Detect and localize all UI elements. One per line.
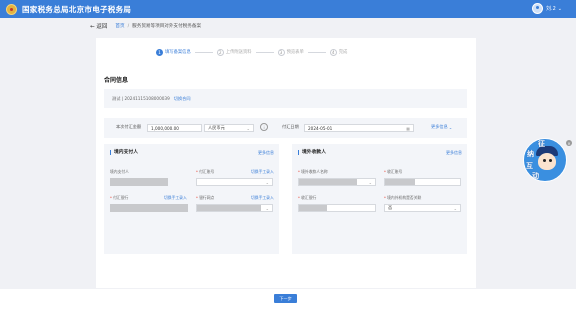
payer-value bbox=[110, 178, 168, 186]
payee-name-value bbox=[299, 179, 357, 185]
user-menu[interactable]: 刘.2 ⌄ bbox=[532, 3, 562, 14]
step-3: 3 预览表单 bbox=[277, 48, 304, 56]
related-select[interactable]: 否 ⌄ bbox=[384, 204, 461, 212]
footer-bar: 下一步 bbox=[0, 289, 576, 310]
foreign-payee-panel: 境外收款人 更多信息 * 境外收款人名称 ⌄ * 收汇账号 * 收汇银行 * 境… bbox=[292, 144, 467, 254]
breadcrumb-current: 服务贸易等项目对外支付税务备案 bbox=[132, 24, 202, 29]
outlet-value bbox=[197, 205, 261, 211]
close-icon[interactable]: × bbox=[566, 140, 572, 146]
bank-manual-link[interactable]: 切换手工录入 bbox=[164, 195, 187, 201]
receive-account-input[interactable] bbox=[384, 178, 461, 186]
top-bar: 国家税务总局北京市电子税务局 刘.2 ⌄ bbox=[0, 0, 576, 18]
amount-more-link[interactable]: 更多信息 ⌄ bbox=[431, 124, 452, 130]
outlet-select[interactable]: ⌄ bbox=[196, 204, 273, 212]
chevron-down-icon: ⌄ bbox=[453, 205, 457, 211]
step-connector bbox=[194, 51, 213, 53]
currency-select[interactable]: 人民币元 ⌄ bbox=[204, 124, 254, 132]
bank-value bbox=[110, 204, 188, 212]
chevron-down-icon: ⌄ bbox=[246, 125, 250, 131]
mascot-char: 纳 bbox=[527, 150, 534, 158]
date-label: 付汇日期 bbox=[282, 124, 299, 129]
chevron-down-icon: ⌄ bbox=[265, 205, 269, 211]
foreign-more-link[interactable]: 更多信息 bbox=[446, 150, 462, 156]
chevron-down-icon: ⌄ bbox=[265, 179, 269, 185]
foreign-panel-title: 境外收款人 bbox=[298, 150, 326, 155]
related-label: * 境内外机构是否关联 bbox=[384, 195, 422, 200]
contract-info: 测试 | 20241115108000039 切换合同 bbox=[104, 89, 467, 108]
chevron-down-icon: ⌄ bbox=[557, 5, 562, 12]
calendar-icon: ▦ bbox=[406, 125, 410, 131]
step-indicator: 1 填写备案信息 2 上传附送资料 3 预览表单 4 完成 bbox=[156, 47, 416, 57]
receive-bank-value bbox=[299, 205, 327, 211]
mascot-eye bbox=[549, 159, 552, 162]
chevron-down-icon: ⌄ bbox=[368, 179, 372, 185]
outlet-manual-link[interactable]: 切换手工录入 bbox=[251, 195, 274, 201]
mascot-eye bbox=[543, 159, 546, 162]
interaction-mascot-button[interactable]: 征 纳 互 动 bbox=[523, 138, 567, 182]
mascot-char: 互 bbox=[526, 162, 533, 170]
site-title: 国家税务总局北京市电子税务局 bbox=[22, 4, 132, 14]
info-icon[interactable]: i bbox=[260, 123, 268, 131]
user-name: 刘.2 bbox=[546, 6, 556, 12]
step-4: 4 完成 bbox=[329, 48, 347, 56]
switch-contract-link[interactable]: 切换合同 bbox=[174, 96, 191, 102]
avatar bbox=[532, 3, 544, 14]
domestic-payer-panel: 境内支付人 更多信息 境内支付人 * 付汇账号 切换手工录入 ⌄ * 付汇银行 … bbox=[104, 144, 279, 254]
breadcrumb-separator: / bbox=[127, 23, 130, 29]
next-button[interactable]: 下一步 bbox=[274, 294, 297, 303]
step-2: 2 上传附送资料 bbox=[216, 48, 252, 56]
step-connector bbox=[307, 51, 326, 53]
payer-label: 境内支付人 bbox=[110, 169, 129, 174]
amount-input[interactable]: 1,000,000.00 bbox=[147, 124, 202, 132]
amount-row: 本次付汇金额 1,000,000.00 人民币元 ⌄ i 付汇日期 2024-0… bbox=[104, 118, 467, 138]
section-title: 合同信息 bbox=[104, 77, 129, 84]
date-input[interactable]: 2024-05-01 ▦ bbox=[304, 124, 414, 132]
date-label-wrap: 付汇日期 bbox=[282, 124, 299, 130]
receive-bank-input[interactable] bbox=[298, 204, 376, 212]
back-button[interactable]: ← 返回 bbox=[90, 22, 107, 30]
domestic-panel-title: 境内支付人 bbox=[110, 150, 138, 155]
outlet-label: * 银行网点 bbox=[196, 195, 215, 200]
mascot-face bbox=[538, 153, 556, 170]
amount-label-wrap: 本次付汇金额 bbox=[116, 124, 141, 130]
mascot-char: 征 bbox=[538, 140, 545, 148]
receive-account-label: * 收汇账号 bbox=[384, 169, 403, 174]
breadcrumb: ← 返回 首页 / 服务贸易等项目对外支付税务备案 bbox=[90, 20, 201, 32]
account-manual-link[interactable]: 切换手工录入 bbox=[251, 169, 274, 175]
step-1: 1 填写备案信息 bbox=[156, 48, 191, 56]
bank-label: * 付汇银行 bbox=[110, 195, 129, 200]
step-connector bbox=[255, 51, 274, 53]
payee-name-select[interactable]: ⌄ bbox=[298, 178, 376, 186]
amount-label: 本次付汇金额 bbox=[116, 124, 142, 129]
account-select[interactable]: ⌄ bbox=[196, 178, 273, 186]
chevron-down-icon: ⌄ bbox=[448, 124, 453, 130]
receive-bank-label: * 收汇银行 bbox=[298, 195, 317, 200]
breadcrumb-home[interactable]: 首页 bbox=[115, 23, 124, 29]
main-card: 1 填写备案信息 2 上传附送资料 3 预览表单 4 完成 合同信息 测试 | … bbox=[96, 38, 476, 288]
contract-text: 测试 | 20241115108000039 bbox=[112, 95, 170, 101]
receive-account-value bbox=[385, 179, 415, 185]
tax-emblem-icon bbox=[6, 3, 17, 15]
mascot-char: 动 bbox=[532, 172, 539, 180]
account-label: * 付汇账号 bbox=[196, 169, 215, 174]
payee-name-label: * 境外收款人名称 bbox=[298, 169, 328, 174]
domestic-more-link[interactable]: 更多信息 bbox=[258, 150, 274, 156]
